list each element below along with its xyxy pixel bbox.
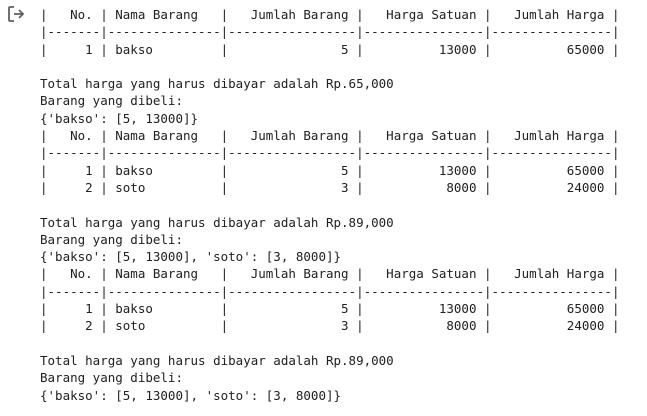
output-line: Total harga yang harus dibayar adalah Rp… xyxy=(40,352,394,368)
output-line: | 1 | bakso | 5 | 13000 | 65000 | xyxy=(40,301,620,317)
output-line: |-------|---------------|---------------… xyxy=(40,283,620,299)
cell-output-area: | No. | Nama Barang | Jumlah Barang | Ha… xyxy=(40,6,640,404)
output-redirect-icon xyxy=(8,6,25,22)
output-line: {'bakso': [5, 13000]} xyxy=(40,110,199,126)
output-line: Total harga yang harus dibayar adalah Rp… xyxy=(40,76,394,92)
output-line: | No. | Nama Barang | Jumlah Barang | Ha… xyxy=(40,128,620,144)
output-line: | 2 | soto | 3 | 8000 | 24000 | xyxy=(40,179,620,195)
output-line: Barang yang dibeli: xyxy=(40,93,183,109)
output-line: | 2 | soto | 3 | 8000 | 24000 | xyxy=(40,318,620,334)
output-line: | 1 | bakso | 5 | 13000 | 65000 | xyxy=(40,162,620,178)
output-toggle-icon[interactable] xyxy=(6,4,26,24)
output-line: | 1 | bakso | 5 | 13000 | 65000 | xyxy=(40,41,620,57)
output-line: |-------|---------------|---------------… xyxy=(40,24,620,40)
output-line: | No. | Nama Barang | Jumlah Barang | Ha… xyxy=(40,7,620,22)
output-line: {'bakso': [5, 13000], 'soto': [3, 8000]} xyxy=(40,249,342,265)
output-line: |-------|---------------|---------------… xyxy=(40,145,620,161)
output-line: Total harga yang harus dibayar adalah Rp… xyxy=(40,214,394,230)
output-line: {'bakso': [5, 13000], 'soto': [3, 8000]} xyxy=(40,387,342,403)
output-line: | No. | Nama Barang | Jumlah Barang | Ha… xyxy=(40,266,620,282)
output-line: Barang yang dibeli: xyxy=(40,370,183,386)
output-line: Barang yang dibeli: xyxy=(40,231,183,247)
